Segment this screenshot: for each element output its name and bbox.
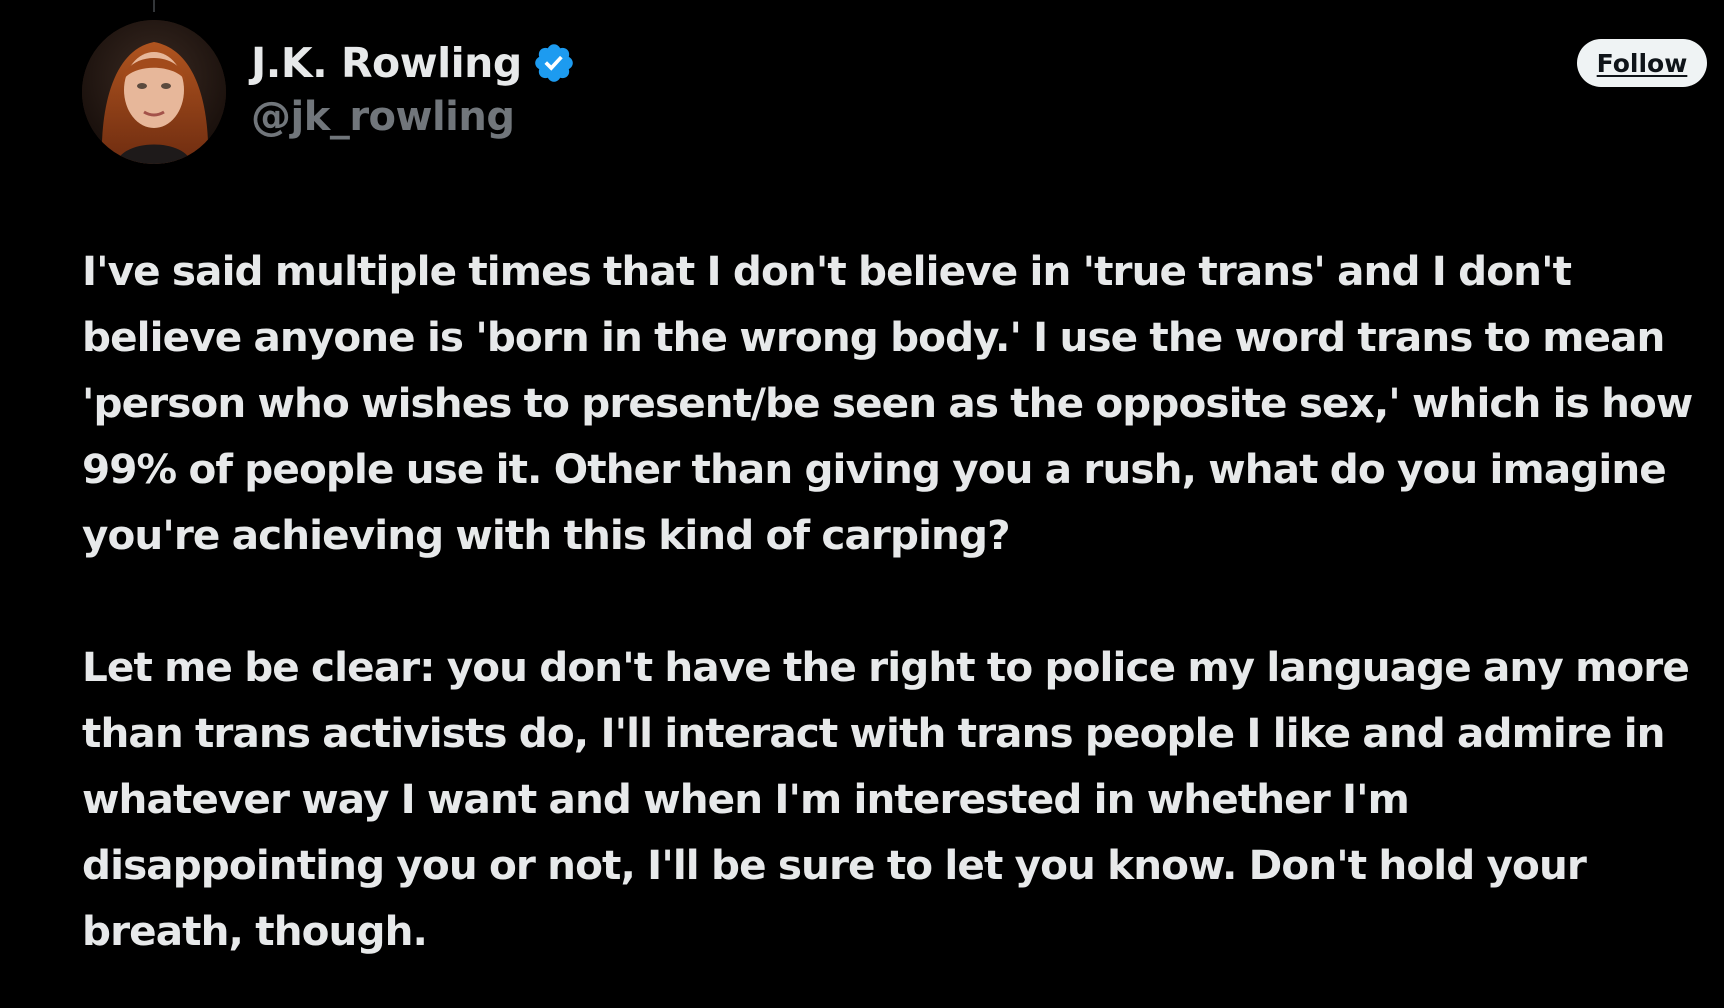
tweet-paragraph: Let me be clear: you don't have the righ… (82, 643, 1690, 955)
follow-button[interactable]: Follow (1577, 39, 1707, 87)
thread-connector-line (153, 0, 155, 12)
author-identity: J.K. Rowling @jk_rowling (251, 34, 576, 140)
author-handle[interactable]: @jk_rowling (251, 94, 576, 140)
name-row: J.K. Rowling (251, 34, 576, 92)
author-display-name[interactable]: J.K. Rowling (251, 39, 522, 87)
avatar[interactable] (82, 20, 226, 164)
tweet-paragraph: I've said multiple times that I don't be… (82, 247, 1693, 559)
tweet-text: I've said multiple times that I don't be… (82, 238, 1707, 964)
avatar-image (82, 20, 226, 164)
verified-badge-icon[interactable] (532, 41, 576, 85)
